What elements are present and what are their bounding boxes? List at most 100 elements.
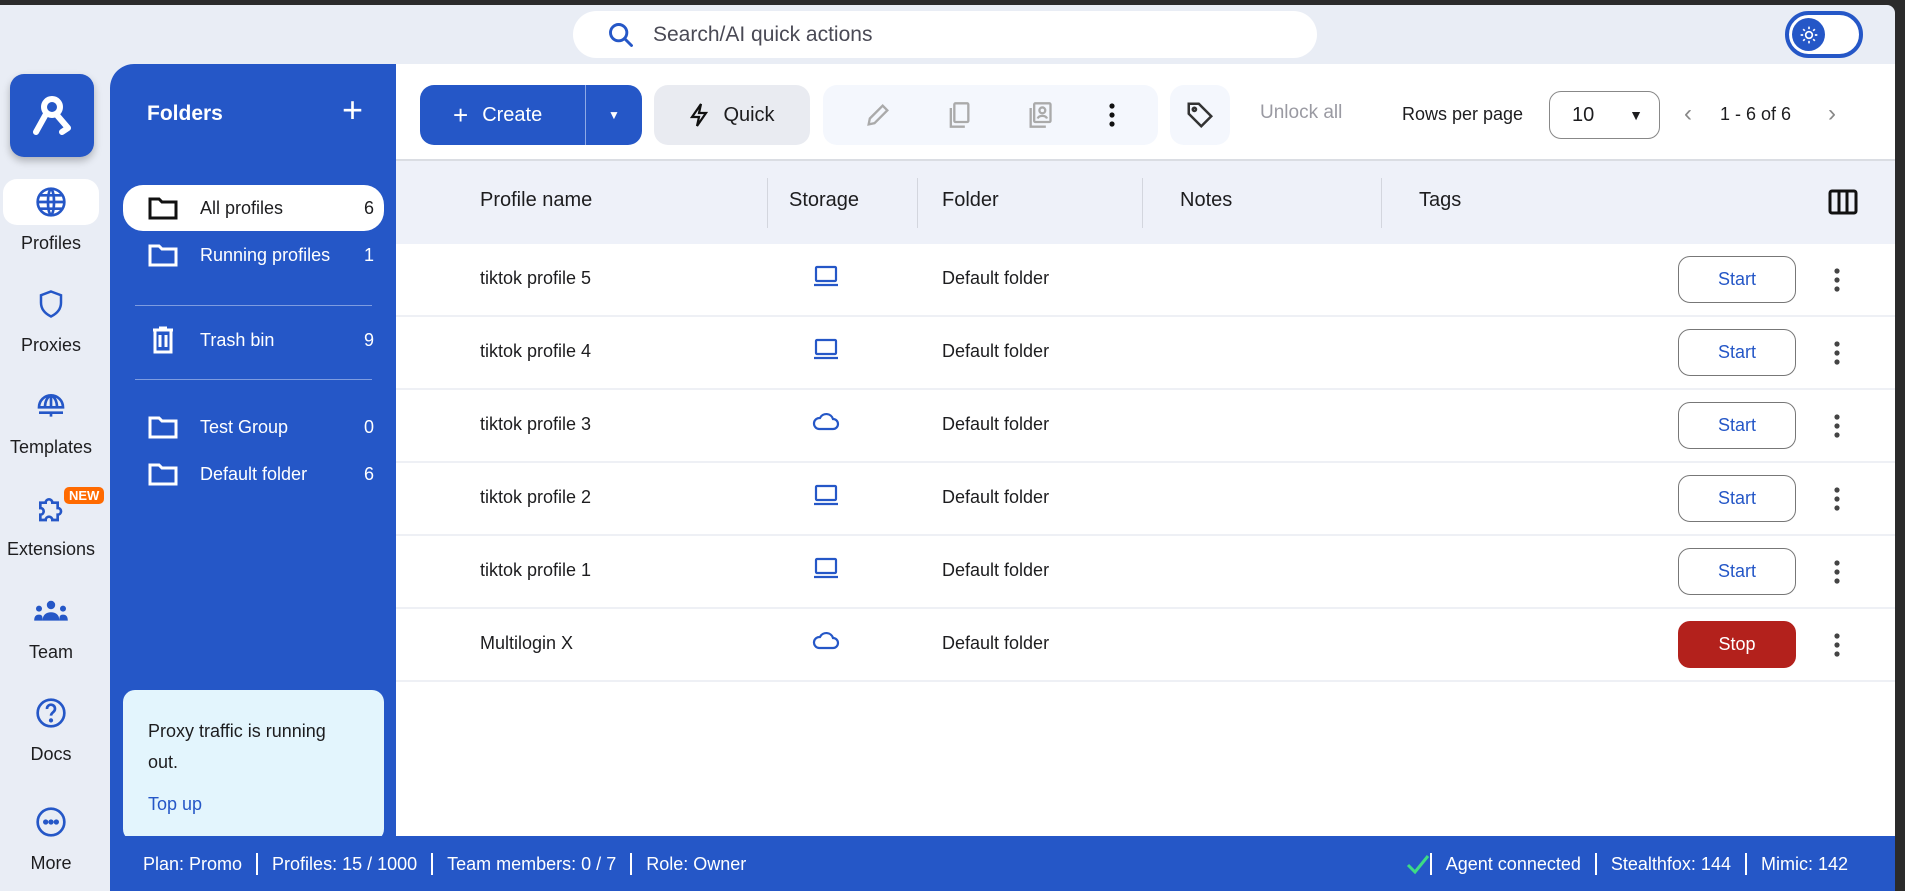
more-vertical-icon[interactable] (1832, 339, 1842, 367)
laptop-icon (812, 264, 840, 293)
caret-down-icon: ▼ (608, 108, 620, 122)
column-tags[interactable]: Tags (1419, 189, 1461, 212)
unlock-all-button[interactable]: Unlock all (1260, 102, 1342, 124)
start-button[interactable]: Start (1678, 256, 1796, 303)
team-icon (3, 588, 99, 634)
folder-label: Trash bin (200, 329, 275, 350)
folder-count: 9 (363, 329, 374, 350)
rail-label: Extensions (6, 539, 96, 559)
column-separator (917, 178, 918, 228)
profile-folder: Default folder (942, 268, 1050, 288)
table-row[interactable]: tiktok profile 2 Default folder Start (396, 463, 1895, 536)
next-page-button[interactable]: › (1828, 100, 1836, 128)
profile-name[interactable]: Multilogin X (480, 633, 573, 654)
more-vertical-icon[interactable] (1832, 266, 1842, 294)
tag-button[interactable] (1170, 85, 1230, 145)
profile-name[interactable]: tiktok profile 5 (480, 268, 591, 289)
add-folder-button[interactable]: + (342, 92, 363, 128)
more-vertical-icon[interactable] (1832, 412, 1842, 440)
profile-name[interactable]: tiktok profile 2 (480, 487, 591, 508)
table-row[interactable]: Multilogin X Default folder Stop (396, 609, 1895, 682)
rail-item-docs[interactable]: Docs (2, 690, 100, 765)
column-separator (767, 178, 768, 228)
laptop-icon (812, 483, 840, 512)
more-icon (3, 799, 99, 845)
help-icon (3, 690, 99, 736)
main-panel: + Create ▼ Quick Unlock all Rows per page… (396, 64, 1895, 841)
start-button[interactable]: Start (1678, 548, 1796, 595)
search-icon (609, 22, 633, 47)
folder-icon (148, 416, 178, 439)
clone-icon[interactable] (945, 101, 973, 129)
rail-item-team[interactable]: Team (2, 588, 100, 663)
folder-icon (148, 244, 178, 267)
rail-item-templates[interactable]: Templates (2, 383, 100, 458)
start-button[interactable]: Start (1678, 329, 1796, 376)
column-notes[interactable]: Notes (1180, 189, 1232, 212)
laptop-icon (812, 556, 840, 585)
search-input[interactable]: Search/AI quick actions (573, 11, 1317, 58)
laptop-icon (812, 337, 840, 366)
profile-folder: Default folder (942, 487, 1050, 507)
theme-toggle[interactable] (1785, 11, 1863, 58)
column-profile-name[interactable]: Profile name (480, 189, 592, 212)
column-storage[interactable]: Storage (789, 189, 859, 212)
column-separator (1381, 178, 1382, 228)
divider (135, 379, 372, 380)
column-folder[interactable]: Folder (942, 189, 999, 212)
start-button[interactable]: Start (1678, 402, 1796, 449)
rows-per-page-value: 10 (1572, 103, 1595, 126)
app-window: Search/AI quick actions Profiles Proxies… (0, 5, 1895, 891)
profile-folder: Default folder (942, 414, 1050, 434)
profile-name[interactable]: tiktok profile 4 (480, 341, 591, 362)
folder-trash-bin[interactable]: Trash bin 9 (123, 317, 384, 363)
edit-icon[interactable] (864, 101, 892, 129)
trash-icon (153, 326, 173, 354)
app-logo[interactable] (10, 74, 94, 157)
table-row[interactable]: tiktok profile 3 Default folder Start (396, 390, 1895, 463)
prev-page-button[interactable]: ‹ (1684, 100, 1692, 128)
cloud-icon (812, 629, 840, 656)
folder-count: 0 (363, 416, 374, 437)
more-vertical-icon[interactable] (1832, 631, 1842, 659)
profile-actions-group (823, 85, 1158, 145)
rows-per-page-select[interactable]: 10 ▼ (1549, 91, 1660, 139)
folder-test-group[interactable]: Test Group 0 (123, 404, 384, 450)
pagination-range: 1 - 6 of 6 (1720, 104, 1792, 124)
folder-count: 6 (363, 197, 374, 218)
more-vertical-icon[interactable] (1832, 485, 1842, 513)
folder-all-profiles[interactable]: All profiles 6 (123, 185, 384, 231)
folder-label: Running profiles (200, 244, 331, 265)
create-dropdown-button[interactable]: ▼ (586, 108, 642, 122)
stealthfox-version: Stealthfox: 144 (1594, 852, 1745, 875)
quick-button[interactable]: Quick (654, 85, 810, 145)
more-vertical-icon[interactable] (1832, 558, 1842, 586)
folder-running-profiles[interactable]: Running profiles 1 (123, 232, 384, 278)
rail-item-proxies[interactable]: Proxies (2, 281, 100, 356)
folders-title: Folders (147, 102, 223, 125)
search-placeholder: Search/AI quick actions (653, 22, 873, 46)
sun-icon (1792, 18, 1825, 51)
rail-item-profiles[interactable]: Profiles (2, 179, 100, 254)
columns-icon[interactable] (1828, 189, 1858, 215)
profile-card-icon[interactable] (1026, 101, 1054, 129)
more-vertical-icon[interactable] (1107, 101, 1117, 129)
rail-label: Docs (30, 744, 72, 764)
folder-label: Test Group (200, 416, 289, 437)
top-up-link[interactable]: Top up (148, 789, 359, 820)
create-button[interactable]: + Create ▼ (420, 85, 642, 145)
profile-name[interactable]: tiktok profile 1 (480, 560, 591, 581)
plan-status: Plan: Promo (143, 853, 243, 874)
start-button[interactable]: Start (1678, 475, 1796, 522)
table-row[interactable]: tiktok profile 4 Default folder Start (396, 317, 1895, 390)
shield-icon (3, 281, 99, 327)
rail-label: Profiles (20, 233, 82, 253)
rail-item-more[interactable]: More (2, 799, 100, 874)
profile-name[interactable]: tiktok profile 3 (480, 414, 591, 435)
table-row[interactable]: tiktok profile 5 Default folder Start (396, 244, 1895, 317)
table-row[interactable]: tiktok profile 1 Default folder Start (396, 536, 1895, 609)
folder-count: 6 (363, 463, 374, 484)
folder-default-folder[interactable]: Default folder 6 (123, 451, 384, 497)
caret-down-icon: ▼ (1629, 107, 1643, 123)
stop-button[interactable]: Stop (1678, 621, 1796, 668)
